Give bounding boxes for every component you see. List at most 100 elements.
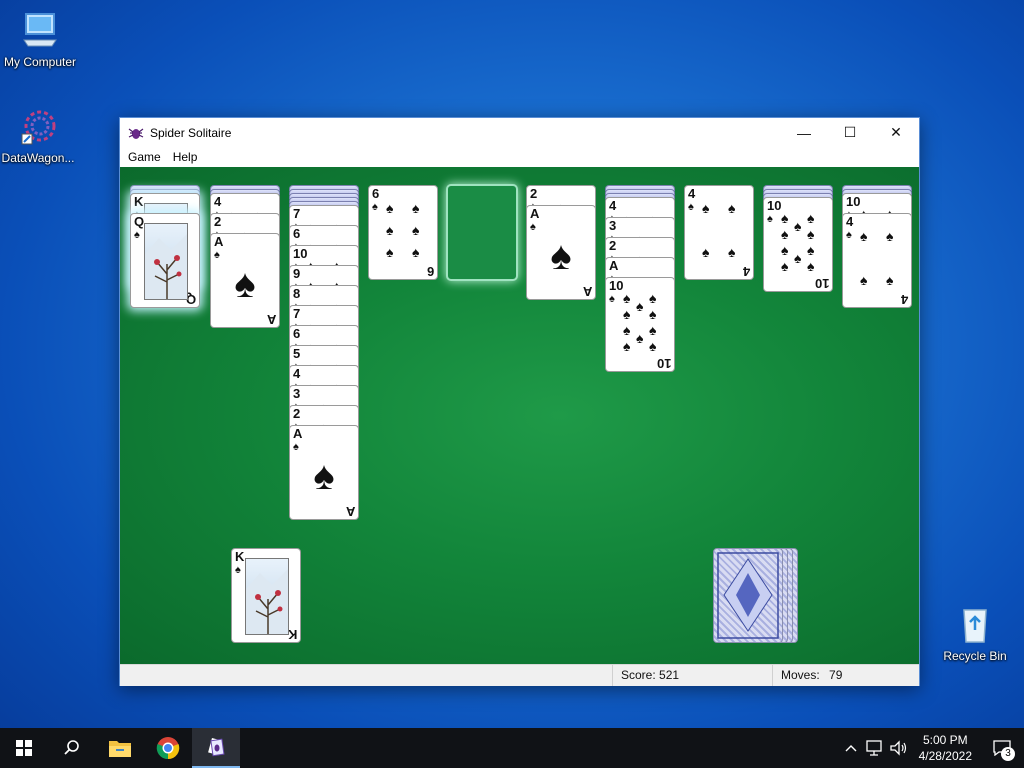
card-rank: 6 bbox=[293, 226, 301, 241]
card-rank-bottom: 4 bbox=[742, 264, 750, 279]
playing-card[interactable]: Q ♠ Q bbox=[130, 213, 200, 308]
playing-card[interactable]: 4♠4♠♠♠♠ bbox=[842, 213, 912, 308]
title-bar[interactable]: Spider Solitaire — ☐ ✕ bbox=[120, 118, 919, 147]
status-bar: Score: 521 Moves: 79 bbox=[120, 664, 919, 686]
card-rank: 2 bbox=[530, 186, 538, 201]
card-rank: 9 bbox=[293, 266, 301, 281]
spade-icon: ♠ bbox=[412, 200, 420, 216]
spider-solitaire-window: Spider Solitaire — ☐ ✕ Game Help K♠K Q♠Q 4… bbox=[119, 117, 920, 686]
playing-card[interactable]: A♠A♠ bbox=[526, 205, 596, 300]
computer-icon bbox=[23, 13, 57, 47]
minimize-button[interactable]: — bbox=[781, 118, 827, 147]
spade-icon: ♠ bbox=[313, 454, 335, 498]
spade-icon: ♠ bbox=[636, 298, 644, 314]
card-rank: 6 bbox=[372, 186, 380, 201]
playing-card[interactable]: A♠A♠ bbox=[289, 425, 359, 520]
card-rank: A bbox=[530, 206, 540, 221]
chrome-button[interactable] bbox=[144, 728, 192, 768]
spade-icon: ♠ bbox=[386, 200, 394, 216]
card-rank: Q bbox=[134, 214, 145, 229]
volume-icon[interactable] bbox=[887, 738, 911, 758]
spade-icon: ♠ bbox=[649, 290, 657, 306]
card-rank-bottom: A bbox=[345, 504, 355, 519]
file-explorer-button[interactable] bbox=[96, 728, 144, 768]
spade-icon: ♠ bbox=[234, 262, 256, 306]
card-rank: A bbox=[214, 234, 224, 249]
stock-pile[interactable] bbox=[713, 548, 783, 643]
recycle-bin-icon bbox=[963, 609, 987, 643]
desktop-icon-label: DataWagon... bbox=[1, 151, 75, 165]
playing-card[interactable]: 10♠10♠♠♠♠♠♠♠♠♠♠ bbox=[605, 277, 675, 372]
face-card-artwork bbox=[144, 223, 188, 300]
desktop-icon-recycle-bin[interactable]: Recycle Bin bbox=[933, 604, 1017, 663]
playing-card[interactable]: 4♠4♠♠♠♠ bbox=[684, 185, 754, 280]
card-rank: 4 bbox=[688, 186, 696, 201]
card-rank: 4 bbox=[846, 214, 854, 229]
card-rank: 2 bbox=[609, 238, 617, 253]
spade-icon: ♠ bbox=[649, 338, 657, 354]
card-rank: 7 bbox=[293, 206, 301, 221]
card-rank: K bbox=[235, 549, 245, 564]
desktop-icon-datawagon[interactable]: DataWagon... bbox=[0, 106, 80, 165]
windows-start-icon bbox=[16, 740, 32, 756]
search-button[interactable] bbox=[48, 728, 96, 768]
card-rank: 4 bbox=[609, 198, 617, 213]
spider-solitaire-taskbar-button[interactable] bbox=[192, 728, 240, 768]
clock[interactable]: 5:00 PM 4/28/2022 bbox=[911, 732, 980, 764]
spade-icon: ♠ bbox=[781, 210, 789, 226]
menu-bar: Game Help bbox=[120, 147, 919, 167]
chevron-up-icon[interactable] bbox=[839, 738, 863, 758]
spade-icon: ♠ bbox=[781, 242, 789, 258]
score-value: 521 bbox=[659, 668, 680, 682]
spade-icon: ♠ bbox=[623, 306, 631, 322]
playing-card[interactable]: A♠A♠ bbox=[210, 233, 280, 328]
card-rank: 8 bbox=[293, 286, 301, 301]
game-table: K♠KQ♠Q4♠4♠♠♠♠2♠2♠♠A♠A♠7♠7♠♠♠♠♠♠♠6♠6♠♠♠♠♠… bbox=[120, 167, 919, 664]
empty-column-slot[interactable] bbox=[446, 184, 518, 281]
spade-icon: ♠ bbox=[846, 229, 852, 241]
card-rank: 4 bbox=[293, 366, 301, 381]
score-label: Score: bbox=[621, 668, 656, 682]
spade-icon: ♠ bbox=[623, 338, 631, 354]
menu-game[interactable]: Game bbox=[122, 150, 167, 164]
card-rank: 10 bbox=[767, 198, 782, 213]
desktop-icon-label: My Computer bbox=[3, 55, 77, 69]
moves-value: 79 bbox=[829, 668, 843, 682]
window-title: Spider Solitaire bbox=[150, 125, 232, 140]
spade-icon: ♠ bbox=[860, 272, 868, 288]
spade-icon: ♠ bbox=[293, 441, 299, 453]
playing-card[interactable]: K♠K bbox=[231, 548, 301, 643]
card-rank-bottom: 6 bbox=[426, 264, 434, 279]
spade-icon: ♠ bbox=[214, 249, 220, 261]
spade-icon: ♠ bbox=[794, 218, 802, 234]
spade-icon: ♠ bbox=[728, 244, 736, 260]
spade-icon: ♠ bbox=[886, 272, 894, 288]
desktop-icon-my-computer[interactable]: My Computer bbox=[0, 10, 82, 69]
moves-label: Moves: bbox=[781, 668, 820, 682]
card-rank: A bbox=[293, 426, 303, 441]
close-button[interactable]: ✕ bbox=[873, 118, 919, 147]
search-icon bbox=[64, 740, 79, 755]
file-explorer-icon bbox=[109, 741, 131, 757]
menu-help[interactable]: Help bbox=[167, 150, 204, 164]
spade-icon: ♠ bbox=[807, 242, 815, 258]
playing-card[interactable]: 6♠6♠♠♠♠♠♠ bbox=[368, 185, 438, 280]
spade-icon: ♠ bbox=[386, 244, 394, 260]
spade-icon: ♠ bbox=[860, 228, 868, 244]
playing-card[interactable]: 10♠10♠♠♠♠♠♠♠♠♠♠ bbox=[763, 197, 833, 292]
spade-icon: ♠ bbox=[781, 258, 789, 274]
network-icon[interactable] bbox=[863, 738, 887, 758]
spade-icon: ♠ bbox=[386, 222, 394, 238]
spade-icon: ♠ bbox=[886, 228, 894, 244]
card-rank: 3 bbox=[293, 386, 301, 401]
start-button[interactable] bbox=[0, 728, 48, 768]
card-rank-bottom: 10 bbox=[814, 276, 829, 291]
spade-icon: ♠ bbox=[636, 330, 644, 346]
maximize-button[interactable]: ☐ bbox=[827, 118, 873, 147]
card-rank: 10 bbox=[846, 194, 861, 209]
system-tray: 5:00 PM 4/28/2022 3 bbox=[839, 728, 1024, 768]
spade-icon: ♠ bbox=[412, 244, 420, 260]
card-rank: 6 bbox=[293, 326, 301, 341]
spade-icon: ♠ bbox=[649, 322, 657, 338]
notification-center-button[interactable]: 3 bbox=[980, 728, 1024, 768]
